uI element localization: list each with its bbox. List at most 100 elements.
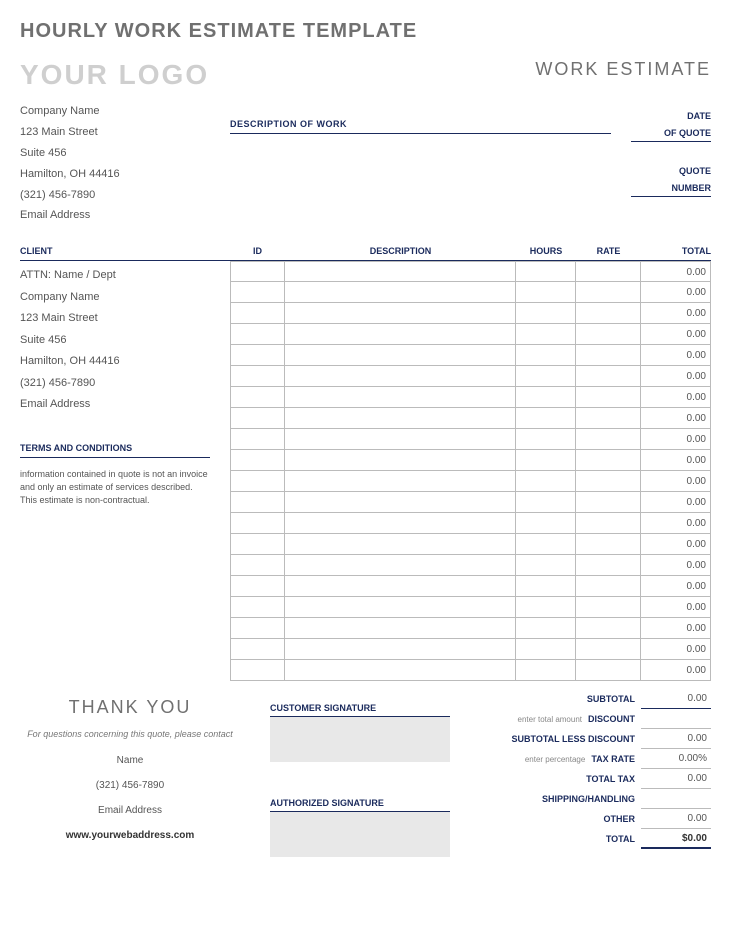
cell-rate[interactable] [576, 576, 641, 597]
authorized-signature-box[interactable] [270, 812, 450, 857]
cell-rate[interactable] [576, 324, 641, 345]
line-row: 0.00 [230, 597, 711, 618]
cell-id[interactable] [230, 429, 285, 450]
cell-rate[interactable] [576, 450, 641, 471]
cell-description[interactable] [285, 639, 516, 660]
cell-hours[interactable] [516, 429, 576, 450]
cell-total: 0.00 [641, 303, 711, 324]
cell-total: 0.00 [641, 408, 711, 429]
terms-text: information contained in quote is not an… [20, 468, 210, 506]
total-header: TOTAL [641, 246, 711, 256]
cell-description[interactable] [285, 471, 516, 492]
cell-description[interactable] [285, 303, 516, 324]
cell-hours[interactable] [516, 639, 576, 660]
cell-description[interactable] [285, 513, 516, 534]
cell-description[interactable] [285, 660, 516, 681]
cell-description[interactable] [285, 597, 516, 618]
cell-description[interactable] [285, 366, 516, 387]
cell-rate[interactable] [576, 471, 641, 492]
cell-rate[interactable] [576, 660, 641, 681]
cell-hours[interactable] [516, 303, 576, 324]
cell-description[interactable] [285, 492, 516, 513]
taxrate-value[interactable]: 0.00% [641, 749, 711, 769]
cell-hours[interactable] [516, 660, 576, 681]
cell-hours[interactable] [516, 492, 576, 513]
cell-hours[interactable] [516, 576, 576, 597]
cell-id[interactable] [230, 324, 285, 345]
cell-id[interactable] [230, 345, 285, 366]
cell-rate[interactable] [576, 618, 641, 639]
cell-hours[interactable] [516, 471, 576, 492]
cell-rate[interactable] [576, 261, 641, 282]
cell-id[interactable] [230, 534, 285, 555]
cell-description[interactable] [285, 387, 516, 408]
cell-description[interactable] [285, 408, 516, 429]
cell-description[interactable] [285, 429, 516, 450]
cell-hours[interactable] [516, 597, 576, 618]
cell-description[interactable] [285, 618, 516, 639]
logo-placeholder: YOUR LOGO [20, 59, 209, 91]
discount-value[interactable] [641, 709, 711, 729]
cell-id[interactable] [230, 261, 285, 282]
shipping-value[interactable] [641, 789, 711, 809]
cell-description[interactable] [285, 261, 516, 282]
cell-hours[interactable] [516, 408, 576, 429]
cell-hours[interactable] [516, 324, 576, 345]
cell-hours[interactable] [516, 513, 576, 534]
cell-id[interactable] [230, 492, 285, 513]
line-row: 0.00 [230, 555, 711, 576]
cell-description[interactable] [285, 345, 516, 366]
cell-rate[interactable] [576, 639, 641, 660]
cell-rate[interactable] [576, 492, 641, 513]
cell-hours[interactable] [516, 618, 576, 639]
cell-rate[interactable] [576, 555, 641, 576]
cell-description[interactable] [285, 555, 516, 576]
cell-id[interactable] [230, 471, 285, 492]
cell-id[interactable] [230, 576, 285, 597]
cell-id[interactable] [230, 450, 285, 471]
cell-hours[interactable] [516, 366, 576, 387]
cell-description[interactable] [285, 534, 516, 555]
cell-hours[interactable] [516, 555, 576, 576]
cell-id[interactable] [230, 366, 285, 387]
cell-rate[interactable] [576, 303, 641, 324]
line-row: 0.00 [230, 471, 711, 492]
description-header: DESCRIPTION [285, 246, 516, 256]
customer-signature-box[interactable] [270, 717, 450, 762]
cell-description[interactable] [285, 576, 516, 597]
line-row: 0.00 [230, 303, 711, 324]
cell-hours[interactable] [516, 387, 576, 408]
cell-hours[interactable] [516, 282, 576, 303]
cell-hours[interactable] [516, 534, 576, 555]
cell-id[interactable] [230, 639, 285, 660]
cell-hours[interactable] [516, 261, 576, 282]
cell-rate[interactable] [576, 366, 641, 387]
cell-hours[interactable] [516, 345, 576, 366]
cell-id[interactable] [230, 408, 285, 429]
cell-id[interactable] [230, 303, 285, 324]
cell-id[interactable] [230, 618, 285, 639]
cell-rate[interactable] [576, 345, 641, 366]
cell-id[interactable] [230, 555, 285, 576]
cell-rate[interactable] [576, 408, 641, 429]
cell-rate[interactable] [576, 513, 641, 534]
cell-rate[interactable] [576, 387, 641, 408]
cell-rate[interactable] [576, 282, 641, 303]
cell-description[interactable] [285, 282, 516, 303]
cell-description[interactable] [285, 324, 516, 345]
cell-description[interactable] [285, 450, 516, 471]
cell-id[interactable] [230, 282, 285, 303]
taxrate-label: TAX RATE [591, 754, 641, 764]
cell-rate[interactable] [576, 597, 641, 618]
cell-id[interactable] [230, 660, 285, 681]
shipping-label: SHIPPING/HANDLING [511, 794, 641, 804]
cell-rate[interactable] [576, 534, 641, 555]
cell-total: 0.00 [641, 576, 711, 597]
cell-rate[interactable] [576, 429, 641, 450]
cell-id[interactable] [230, 387, 285, 408]
cell-id[interactable] [230, 513, 285, 534]
other-value[interactable]: 0.00 [641, 809, 711, 829]
contact-phone: (321) 456-7890 [20, 780, 240, 791]
cell-id[interactable] [230, 597, 285, 618]
cell-hours[interactable] [516, 450, 576, 471]
